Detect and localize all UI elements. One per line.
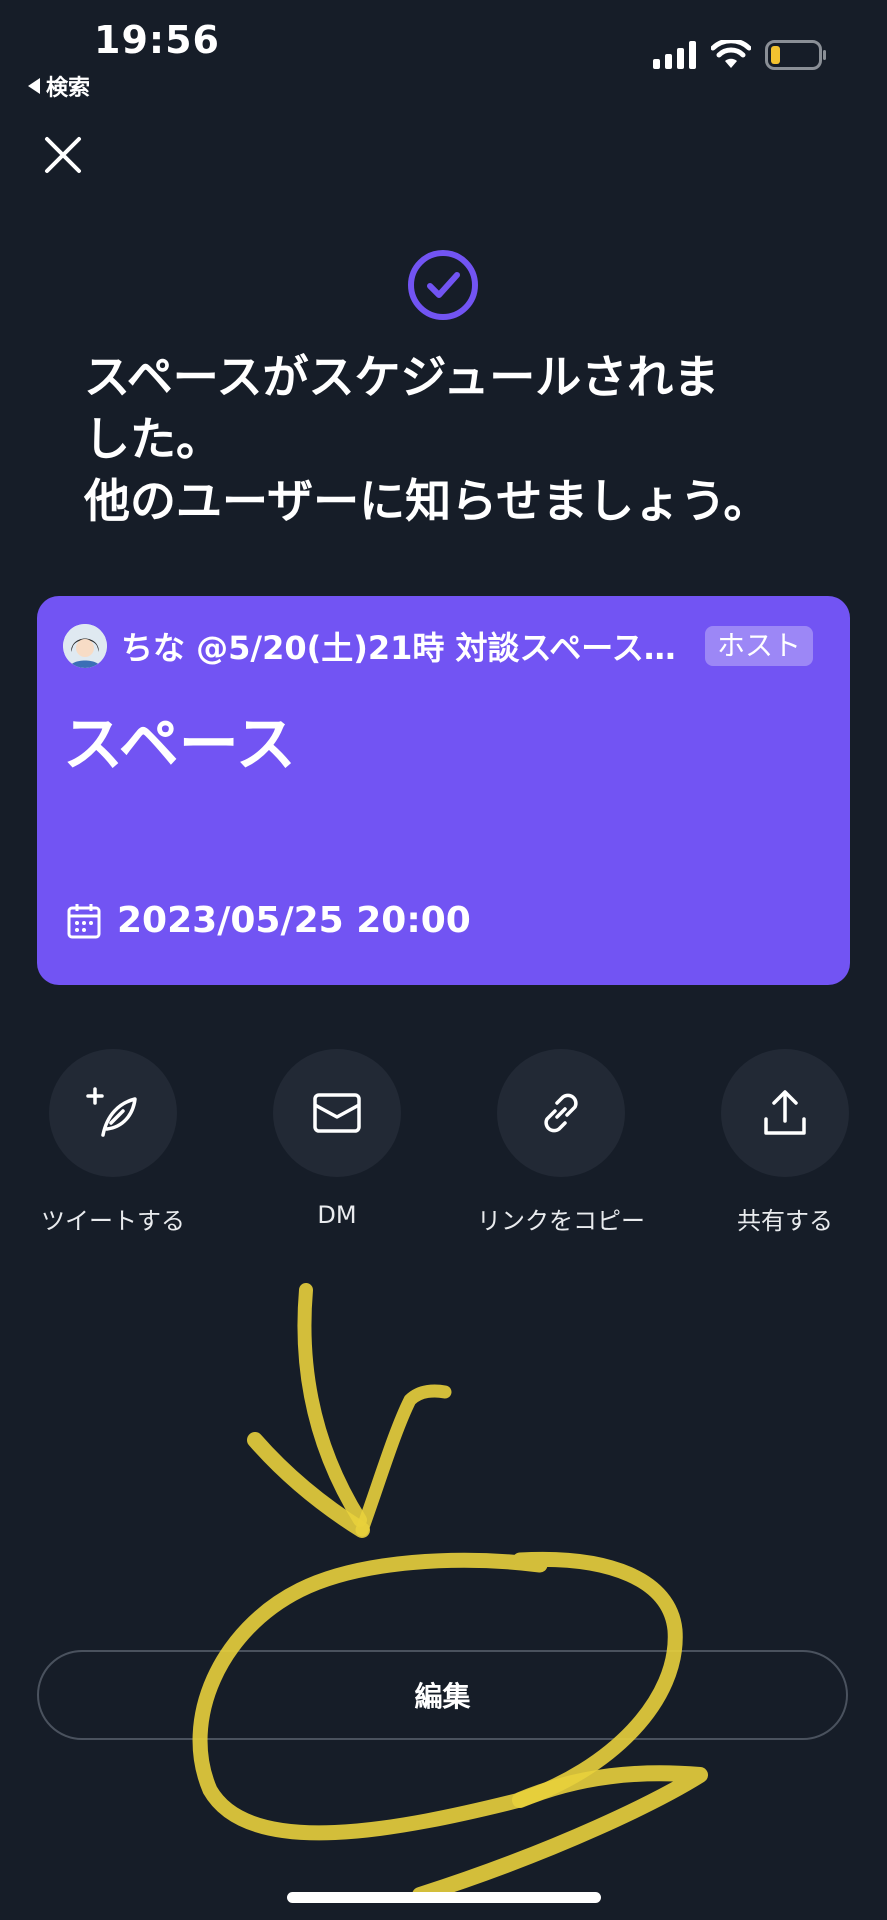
share-icon — [764, 1090, 806, 1135]
card-date-row: 2023/05/25 20:00 — [67, 900, 471, 941]
battery-icon — [765, 40, 826, 70]
action-share[interactable]: 共有する — [685, 1049, 885, 1236]
calendar-icon — [67, 903, 101, 938]
home-indicator — [287, 1892, 601, 1903]
action-dm[interactable]: DM — [237, 1049, 437, 1229]
status-time: 19:56 — [94, 18, 220, 62]
wifi-icon — [711, 40, 751, 68]
action-label: ツイートする — [41, 1207, 185, 1235]
status-icons — [653, 40, 827, 70]
edit-button[interactable]: 編集 — [37, 1650, 848, 1740]
space-card[interactable]: ちな @5/20(土)21時 対談スペース予告 ホスト スペース 2023/05… — [37, 596, 850, 985]
share-button[interactable] — [721, 1049, 849, 1177]
dm-button[interactable] — [273, 1049, 401, 1177]
page-title: スペースがスケジュールされま した。 他のユーザーに知らせましょう。 — [84, 350, 770, 528]
back-label: 検索 — [46, 76, 91, 101]
close-icon — [45, 137, 81, 173]
signal-icon — [653, 41, 696, 69]
avatar — [63, 624, 107, 668]
link-icon — [544, 1093, 578, 1133]
action-label: 共有する — [737, 1207, 833, 1235]
action-copy-link[interactable]: リンクをコピー — [461, 1049, 661, 1236]
compose-tweet-icon — [86, 1087, 137, 1137]
card-title: スペース — [63, 710, 296, 780]
close-button[interactable] — [40, 132, 86, 178]
check-circle-icon — [408, 250, 478, 320]
tweet-button[interactable] — [49, 1049, 177, 1177]
action-label: DM — [317, 1201, 357, 1229]
card-date: 2023/05/25 20:00 — [117, 900, 471, 941]
host-badge: ホスト — [705, 626, 813, 666]
back-to-search-link[interactable]: 検索 — [28, 70, 90, 102]
mail-icon — [313, 1093, 361, 1133]
action-label: リンクをコピー — [477, 1207, 645, 1235]
action-tweet[interactable]: ツイートする — [13, 1049, 213, 1236]
back-arrow-icon — [28, 78, 40, 94]
card-host-name: ちな @5/20(土)21時 対談スペース予告 — [121, 629, 691, 667]
copy-link-button[interactable] — [497, 1049, 625, 1177]
